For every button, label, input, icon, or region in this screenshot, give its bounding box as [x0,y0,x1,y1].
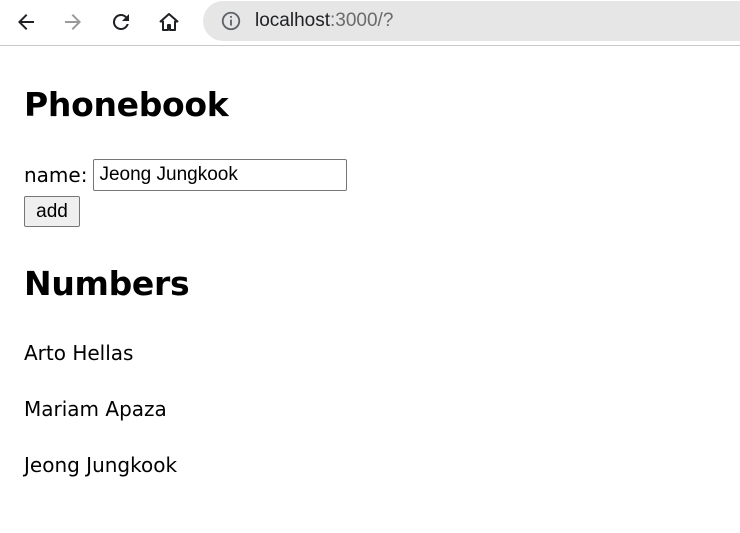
forward-button[interactable] [56,6,90,38]
person-entry: Jeong Jungkook [24,453,178,477]
info-icon[interactable] [220,10,242,32]
back-button[interactable] [9,6,43,38]
reload-button[interactable] [104,6,138,38]
numbers-heading: Numbers [24,264,190,303]
person-entry: Mariam Apaza [24,397,167,421]
page-title: Phonebook [24,85,229,124]
home-button[interactable] [152,6,186,38]
name-label: name: [24,163,88,187]
arrow-right-icon [65,14,81,30]
person-entry: Arto Hellas [24,341,134,365]
home-icon [159,13,179,31]
url-host: localhost [255,10,330,31]
url-path: :3000/? [330,10,394,31]
browser-toolbar: localhost:3000/? [0,0,740,46]
address-bar[interactable]: localhost:3000/? [203,1,740,41]
url-text[interactable]: localhost:3000/? [255,9,393,33]
add-button[interactable]: add [24,196,80,227]
name-form-row: name: [24,159,348,191]
reload-icon [112,13,129,30]
arrow-left-icon [18,14,34,30]
name-input[interactable] [93,159,348,191]
